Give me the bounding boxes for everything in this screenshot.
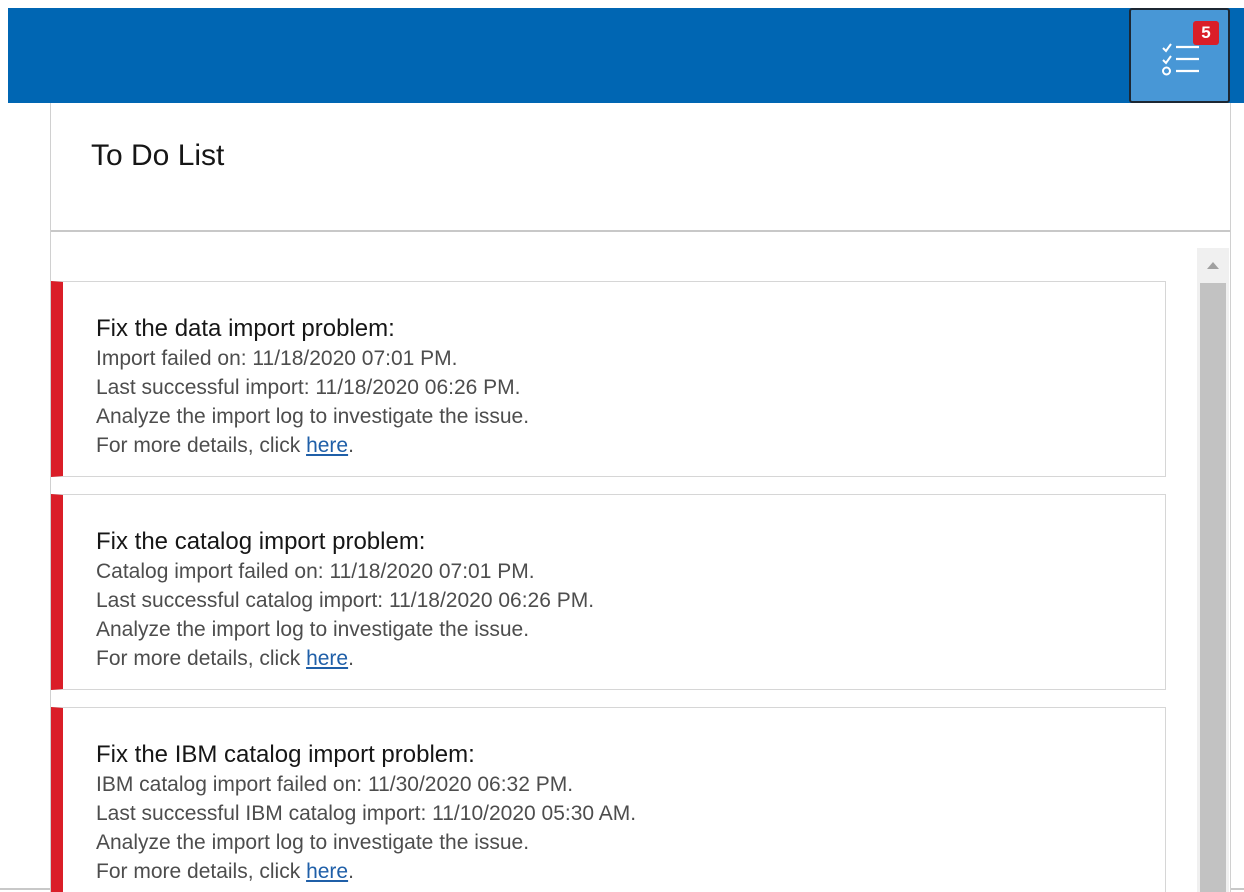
- details-suffix: .: [348, 647, 354, 670]
- todo-item-details: For more details, click here.: [96, 647, 354, 671]
- top-header-bar: [8, 8, 1244, 103]
- checklist-icon: [1162, 43, 1199, 76]
- divider: [0, 888, 50, 890]
- scroll-up-button[interactable]: [1197, 248, 1229, 282]
- details-suffix: .: [348, 434, 354, 457]
- details-prefix: For more details, click: [96, 647, 307, 670]
- details-link[interactable]: here: [306, 860, 348, 883]
- todo-item-last-success: Last successful import: 11/18/2020 06:26…: [96, 376, 521, 399]
- details-link[interactable]: here: [306, 647, 348, 670]
- todo-item-instruction: Analyze the import log to investigate th…: [96, 831, 530, 854]
- todo-item-failed-on: Catalog import failed on: 11/18/2020 07:…: [96, 560, 535, 583]
- todo-list: Fix the data import problem: Import fail…: [51, 232, 1197, 892]
- todo-item-instruction: Analyze the import log to investigate th…: [96, 405, 530, 428]
- todo-item-instruction: Analyze the import log to investigate th…: [96, 618, 530, 641]
- todo-item-title: Fix the IBM catalog import problem:: [96, 741, 475, 768]
- details-prefix: For more details, click: [96, 860, 307, 883]
- details-link[interactable]: here: [306, 434, 348, 457]
- todo-item-details: For more details, click here.: [96, 434, 354, 458]
- todo-item-details: For more details, click here.: [96, 860, 354, 884]
- todo-panel-header: To Do List: [51, 103, 1230, 232]
- details-suffix: .: [348, 860, 354, 883]
- todo-item-last-success: Last successful IBM catalog import: 11/1…: [96, 802, 637, 825]
- todo-item-failed-on: IBM catalog import failed on: 11/30/2020…: [96, 773, 574, 796]
- scroll-thumb[interactable]: [1200, 283, 1226, 892]
- todo-item: Fix the catalog import problem: Catalog …: [51, 494, 1166, 690]
- details-prefix: For more details, click: [96, 434, 307, 457]
- panel-title: To Do List: [91, 139, 225, 172]
- todo-item-title: Fix the catalog import problem:: [96, 528, 426, 555]
- divider: [1231, 888, 1244, 890]
- chevron-up-icon: [1207, 262, 1219, 269]
- todo-item-failed-on: Import failed on: 11/18/2020 07:01 PM.: [96, 347, 458, 370]
- todo-item: Fix the IBM catalog import problem: IBM …: [51, 707, 1166, 892]
- todo-list-button[interactable]: 5: [1129, 8, 1230, 103]
- vertical-scrollbar[interactable]: [1197, 248, 1229, 892]
- notification-count-badge: 5: [1193, 21, 1219, 45]
- todo-item-last-success: Last successful catalog import: 11/18/20…: [96, 589, 595, 612]
- todo-item-title: Fix the data import problem:: [96, 315, 395, 342]
- todo-panel: To Do List Fix the data import problem: …: [50, 103, 1231, 892]
- todo-item: Fix the data import problem: Import fail…: [51, 281, 1166, 477]
